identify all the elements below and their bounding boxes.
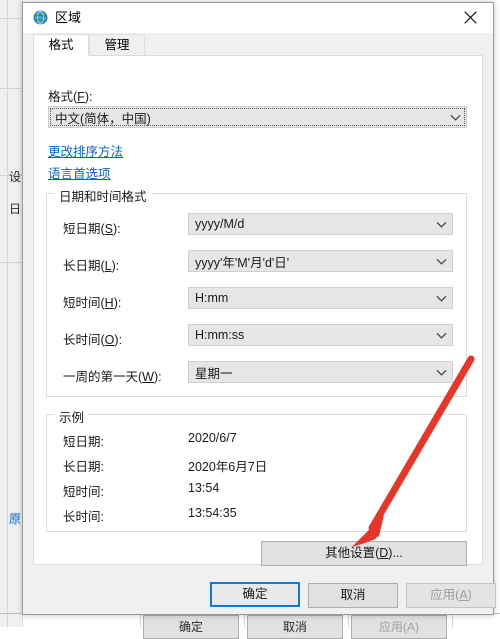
background-text-fragment: 设 [9,170,22,184]
chevron-down-icon [430,369,452,376]
region-dialog: 区域 格式 管理 格式(F): 中文(简体，中国) 更改排序方法 语言首选项 日… [22,2,496,615]
long-time-label: 长时间(O): [63,333,123,347]
sample-long-date-value: 2020年6月7日 [188,460,268,474]
dialog-title: 区域 [55,10,82,25]
long-date-select[interactable]: yyyy'年'M'月'd'日' [188,250,453,272]
sample-short-time-label: 短时间: [63,485,104,499]
change-sorting-method-link[interactable]: 更改排序方法 [48,141,123,160]
chevron-down-icon [430,295,452,302]
background-divider [0,262,22,263]
background-ok-button[interactable]: 确定 [143,615,239,639]
dialog-titlebar: 区域 [23,3,493,33]
sample-long-time-label: 长时间: [63,510,104,524]
short-date-label: 短日期(S): [63,222,121,236]
tab-format[interactable]: 格式 [33,34,89,56]
language-preferences-link[interactable]: 语言首选项 [48,163,111,182]
globe-icon [33,10,49,26]
chevron-down-icon [430,258,452,265]
long-date-label: 长日期(L): [63,259,120,273]
short-date-value: yyyy/M/d [195,217,245,231]
sample-long-date-label: 长日期: [63,460,104,474]
chevron-down-icon [430,332,452,339]
tab-admin[interactable]: 管理 [89,34,145,56]
format-tab-panel: 格式(F): 中文(简体，中国) 更改排序方法 语言首选项 日期和时间格式 短日… [33,55,483,566]
first-day-of-week-label: 一周的第一天(W): [63,370,162,384]
long-time-value: H:mm:ss [195,328,245,342]
sample-group-title: 示例 [55,407,89,426]
chevron-down-icon [430,221,452,228]
first-day-of-week-select[interactable]: 星期一 [188,361,453,383]
sample-group: 示例 短日期: 2020/6/7 长日期: 2020年6月7日 短时间: 13:… [46,407,467,532]
locale-select-value: 中文(简体，中国) [55,111,151,126]
short-date-select[interactable]: yyyy/M/d [188,213,453,235]
tab-strip: 格式 管理 [23,33,493,56]
close-icon[interactable] [448,3,493,32]
short-time-select[interactable]: H:mm [188,287,453,309]
background-link-fragment: 原 [9,512,22,526]
background-apply-button: 应用(A) [351,615,447,639]
apply-button: 应用(A) [406,583,496,608]
chevron-down-icon [444,114,466,121]
sample-short-date-label: 短日期: [63,435,104,449]
short-time-value: H:mm [195,291,229,305]
short-time-label: 短时间(H): [63,296,122,310]
format-label: 格式(F): [48,90,93,104]
background-cancel-button[interactable]: 取消 [247,615,343,639]
background-divider [0,18,22,19]
background-left-strip [0,0,23,627]
datetime-format-group: 日期和时间格式 短日期(S): yyyy/M/d 长日期(L): yyyy'年'… [46,186,467,397]
additional-settings-button[interactable]: 其他设置(D)... [261,541,467,566]
long-date-value: yyyy'年'M'月'd'日' [195,255,290,270]
sample-short-time-value: 13:54 [188,481,220,495]
sample-short-date-value: 2020/6/7 [188,431,237,445]
long-time-select[interactable]: H:mm:ss [188,324,453,346]
datetime-format-group-title: 日期和时间格式 [55,186,151,205]
background-divider [0,88,22,89]
background-text-fragment: 日 [9,202,22,216]
background-divider [7,0,8,627]
sample-long-time-value: 13:54:35 [188,506,237,520]
cancel-button[interactable]: 取消 [308,583,398,608]
locale-select[interactable]: 中文(简体，中国) [48,106,467,128]
first-day-of-week-value: 星期一 [195,366,233,381]
ok-button[interactable]: 确定 [210,582,300,607]
